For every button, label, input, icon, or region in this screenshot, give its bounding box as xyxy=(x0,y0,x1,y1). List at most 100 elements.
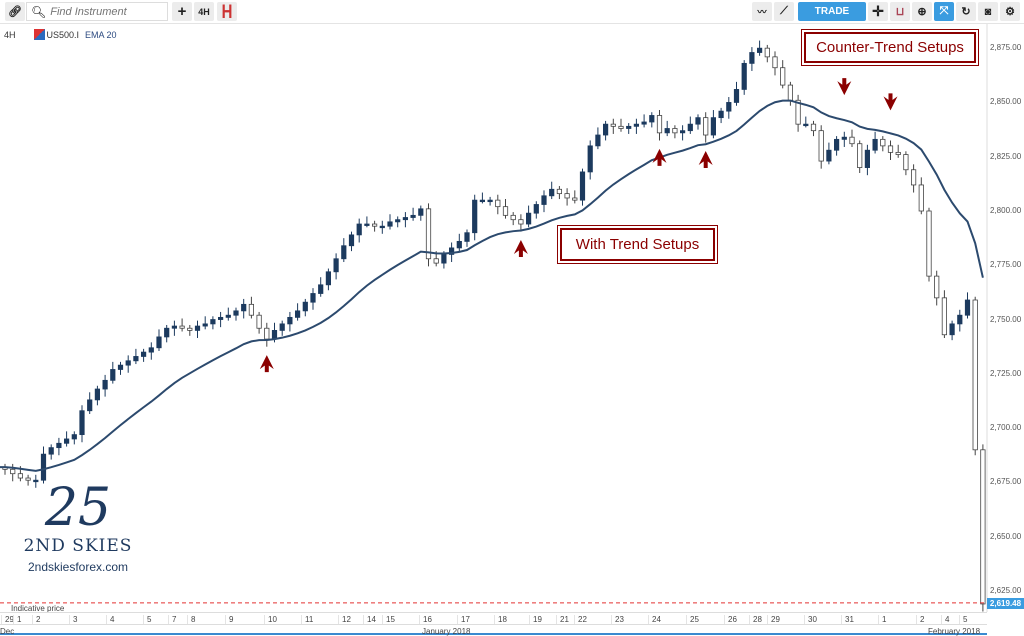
candle-body xyxy=(133,356,139,362)
candle-body xyxy=(857,143,863,168)
candle-body xyxy=(664,128,670,134)
candle-body xyxy=(148,347,154,353)
curve-tool-button[interactable]: ⊔ xyxy=(890,2,910,21)
candle-body xyxy=(934,275,940,299)
candle-body xyxy=(741,62,747,90)
candle-body xyxy=(641,121,647,125)
counter-trend-arrow-icon xyxy=(883,93,898,111)
candle-body xyxy=(687,123,693,132)
candle-body xyxy=(433,258,439,264)
find-instrument-search[interactable]: 🔍︎ xyxy=(26,2,168,21)
candle-body xyxy=(248,303,254,316)
candle-body xyxy=(579,171,586,201)
ema-line xyxy=(0,99,984,472)
candle-body xyxy=(703,117,709,136)
camera-icon: ◙ xyxy=(984,5,992,18)
candle-body xyxy=(318,284,324,294)
candle-body xyxy=(348,234,355,247)
candle-body xyxy=(718,110,724,119)
candle-body xyxy=(549,188,555,197)
candle-body xyxy=(194,325,201,331)
x-tick-label: 1 xyxy=(878,615,886,624)
candle-body xyxy=(795,99,801,125)
y-tick-label: 2,700.00 xyxy=(990,423,1022,433)
x-tick-label: 5 xyxy=(959,615,967,624)
candle-body xyxy=(710,117,717,136)
candle-body xyxy=(448,247,455,255)
x-tick-label: 19 xyxy=(529,615,542,624)
x-tick-label: 3 xyxy=(69,615,77,624)
x-tick-label: 21 xyxy=(556,615,569,624)
candle-body xyxy=(387,221,393,227)
x-tick-label: 31 xyxy=(841,615,854,624)
zoom-in-icon: ⊕ xyxy=(917,6,927,18)
with-trend-annotation: With Trend Setups xyxy=(557,225,718,264)
fit-button[interactable]: ⤧ xyxy=(934,2,954,21)
x-tick-label: 4 xyxy=(941,615,949,624)
candle-body xyxy=(656,115,663,134)
x-tick-label: 7 xyxy=(168,615,176,624)
candle-body xyxy=(587,145,593,173)
x-tick-label: 30 xyxy=(804,615,817,624)
add-button[interactable]: + xyxy=(172,2,192,21)
candle-body xyxy=(757,47,763,53)
symbol-label[interactable]: US500.I xyxy=(47,30,80,40)
indicators-button[interactable]: 〰 xyxy=(752,2,772,21)
logo: 25 2ND SKIES 2ndskiesforex.com xyxy=(18,480,138,574)
candle-body xyxy=(117,364,124,370)
candle-body xyxy=(649,115,655,123)
candle-body xyxy=(510,214,516,221)
candle-body xyxy=(880,138,886,147)
candle-body xyxy=(572,197,578,201)
price-chart[interactable] xyxy=(0,0,1024,635)
candle-body xyxy=(903,154,909,171)
x-tick-label: 25 xyxy=(686,615,699,624)
candle-body xyxy=(610,123,616,127)
candle-body xyxy=(279,323,285,331)
curve-tool-icon: ⊔ xyxy=(895,6,905,18)
candle-body xyxy=(564,193,570,199)
crosshair-button[interactable]: ✛ xyxy=(868,2,888,21)
y-tick-label: 2,875.00 xyxy=(990,43,1022,53)
settings-button[interactable]: ⚙ xyxy=(1000,2,1020,21)
zoom-button[interactable]: ⊕ xyxy=(912,2,932,21)
candle-body xyxy=(864,149,871,168)
screenshot-button[interactable]: ◙ xyxy=(978,2,998,21)
candle-body xyxy=(187,327,193,331)
y-tick-label: 2,625.00 xyxy=(990,585,1022,595)
time-axis[interactable]: 29 1 2 3 4 5 7 8 9 10 11 12 14 15 16 17 18 19 21 22 23 24 25 26… xyxy=(0,612,987,624)
candle-body xyxy=(787,84,794,101)
candle-body xyxy=(911,169,917,186)
refresh-icon: ↻ xyxy=(961,6,971,18)
with-trend-arrow-icon xyxy=(698,151,713,169)
ema-legend[interactable]: EMA 20 xyxy=(85,30,117,40)
candle-body xyxy=(87,399,93,412)
candle-body xyxy=(803,123,809,127)
x-tick-label: 15 xyxy=(382,615,395,624)
timeframe-button[interactable]: 4H xyxy=(194,2,214,21)
indicators-icon: 〰 xyxy=(757,7,767,17)
search-input[interactable] xyxy=(50,5,161,18)
candle-body xyxy=(56,442,62,449)
candle-body xyxy=(849,136,855,145)
chart-type-button[interactable]: ┣┫ xyxy=(217,2,237,21)
candle-body xyxy=(79,410,85,436)
candle-body xyxy=(94,388,100,401)
candle-body xyxy=(772,56,778,69)
link-button[interactable]: 🔗︎ xyxy=(5,2,25,21)
trade-button[interactable]: TRADE xyxy=(798,2,866,21)
candle-body xyxy=(780,67,786,86)
line-tool-button[interactable]: ⟋ xyxy=(774,2,794,21)
refresh-button[interactable]: ↻ xyxy=(956,2,976,21)
x-tick-label: 18 xyxy=(494,615,507,624)
candle-body xyxy=(541,195,547,205)
x-tick-label: 17 xyxy=(457,615,470,624)
candle-body xyxy=(826,149,832,162)
candle-body xyxy=(918,184,924,212)
x-tick-label: 22 xyxy=(574,615,587,624)
candle-body xyxy=(526,212,532,225)
candle-body xyxy=(10,468,16,475)
candle-body xyxy=(603,123,609,136)
candle-body xyxy=(456,240,462,249)
candle-body xyxy=(379,225,385,229)
